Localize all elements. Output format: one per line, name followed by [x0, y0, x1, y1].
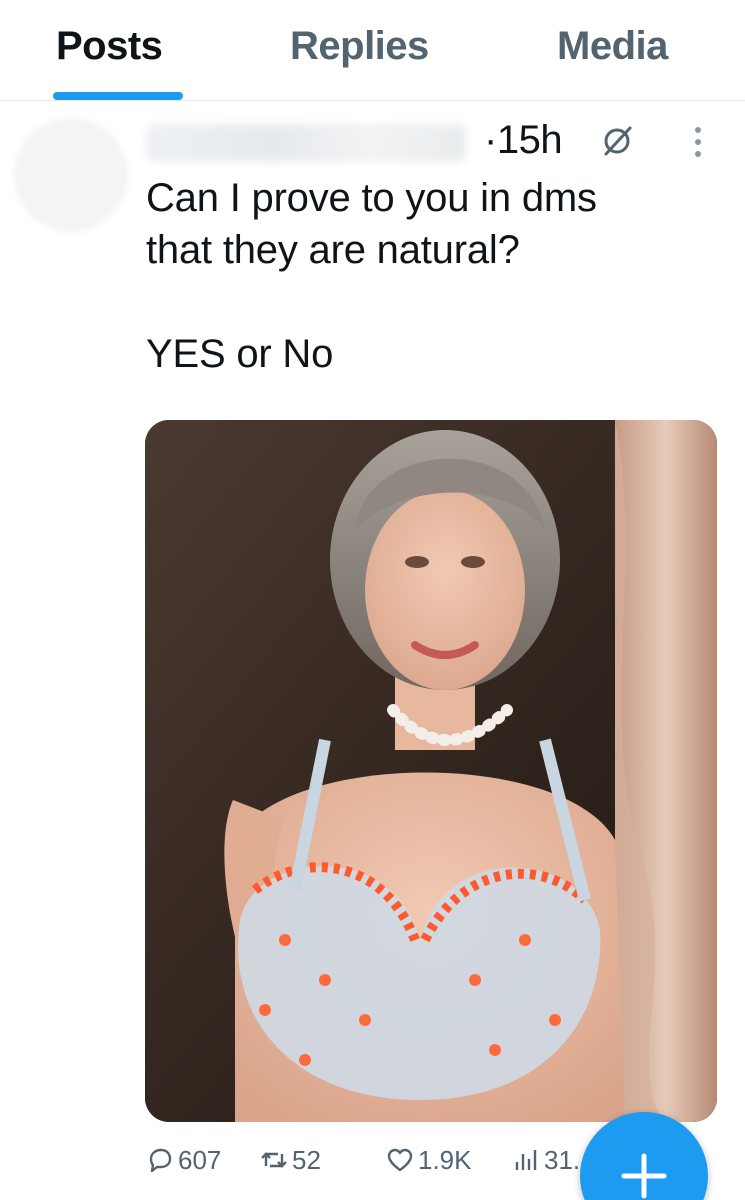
repost-count: 52 — [292, 1144, 321, 1175]
tab-posts[interactable]: Posts — [56, 24, 163, 69]
reply-count: 607 — [178, 1144, 222, 1175]
grok-icon[interactable] — [600, 124, 634, 158]
more-dots-icon[interactable] — [686, 122, 710, 162]
like-icon — [387, 1148, 413, 1172]
post-text: Can I prove to you in dms that they are … — [146, 176, 597, 376]
tab-replies[interactable]: Replies — [290, 24, 429, 69]
reply-button[interactable]: 607 — [146, 1138, 221, 1182]
author-name-redacted — [146, 124, 466, 162]
views-icon — [515, 1150, 537, 1170]
like-count: 1.9K — [418, 1144, 472, 1175]
like-button[interactable]: 1.9K — [386, 1138, 472, 1182]
reply-icon — [149, 1148, 172, 1173]
author-avatar[interactable] — [14, 118, 128, 232]
compose-button[interactable] — [580, 1112, 708, 1200]
repost-icon — [261, 1152, 287, 1168]
post-timestamp[interactable]: ·15h — [484, 118, 563, 163]
repost-button[interactable]: 52 — [260, 1138, 321, 1182]
photo-illustration — [145, 420, 717, 1122]
plus-icon — [621, 1153, 667, 1199]
tab-media[interactable]: Media — [557, 24, 668, 69]
profile-tabs: Posts Replies Media — [0, 0, 745, 101]
active-tab-indicator — [53, 92, 183, 100]
post-media-photo[interactable] — [145, 420, 717, 1122]
views-count: 31. — [544, 1144, 581, 1175]
views-button[interactable]: 31. — [512, 1138, 580, 1182]
